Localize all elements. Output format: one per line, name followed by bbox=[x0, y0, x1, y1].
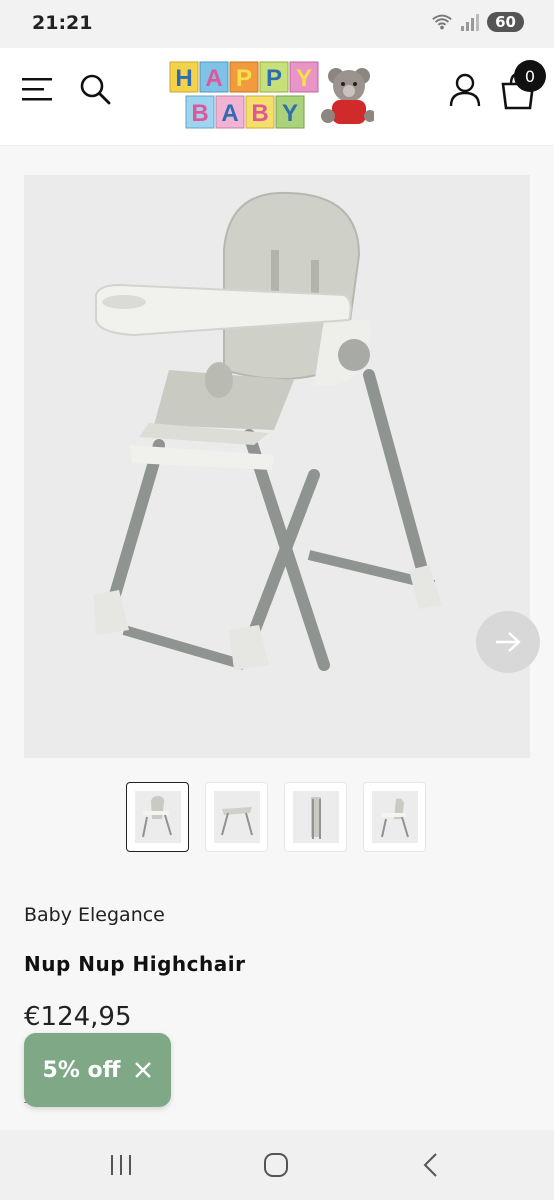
product-gallery[interactable] bbox=[24, 175, 540, 758]
product-brand[interactable]: Baby Elegance bbox=[24, 904, 165, 926]
signal-icon bbox=[461, 14, 480, 31]
svg-text:A: A bbox=[221, 100, 238, 127]
thumbnail-2[interactable] bbox=[205, 782, 268, 852]
product-price: €124,95 bbox=[24, 1002, 132, 1032]
svg-text:P: P bbox=[266, 65, 282, 92]
thumbnail-1[interactable] bbox=[126, 782, 189, 852]
close-icon[interactable] bbox=[134, 1061, 152, 1079]
svg-text:H: H bbox=[175, 65, 192, 92]
next-image-button[interactable] bbox=[476, 611, 540, 673]
search-icon[interactable] bbox=[78, 72, 112, 106]
wifi-icon bbox=[432, 14, 452, 30]
thumbnail-image bbox=[292, 791, 339, 843]
thumbnail-strip bbox=[126, 782, 426, 852]
thumbnail-image bbox=[134, 791, 181, 843]
site-header: HA PP Y BA BY 0 bbox=[0, 48, 554, 146]
system-navigation-bar bbox=[0, 1130, 554, 1200]
svg-text:A: A bbox=[205, 65, 222, 92]
menu-icon[interactable] bbox=[22, 76, 54, 102]
arrow-right-icon bbox=[496, 632, 521, 652]
svg-text:P: P bbox=[236, 65, 252, 92]
status-bar: 21:21 60 bbox=[0, 0, 554, 48]
thumbnail-image bbox=[213, 791, 260, 843]
recent-apps-icon[interactable] bbox=[106, 1150, 136, 1180]
back-icon[interactable] bbox=[416, 1150, 446, 1180]
svg-text:Y: Y bbox=[296, 65, 312, 92]
svg-text:Y: Y bbox=[282, 100, 298, 127]
account-icon[interactable] bbox=[448, 72, 482, 108]
thumbnail-3[interactable] bbox=[284, 782, 347, 852]
thumbnail-image bbox=[371, 791, 418, 843]
happy-baby-logo[interactable]: HA PP Y BA BY bbox=[168, 56, 374, 136]
highchair-product-image bbox=[94, 191, 442, 671]
cart-count-badge[interactable]: 0 bbox=[514, 60, 546, 92]
home-icon[interactable] bbox=[261, 1150, 291, 1180]
status-icons: 60 bbox=[431, 12, 524, 32]
status-time: 21:21 bbox=[32, 12, 93, 34]
discount-popup[interactable]: 5% off bbox=[24, 1033, 171, 1107]
svg-text:B: B bbox=[251, 100, 268, 127]
battery-indicator: 60 bbox=[487, 12, 524, 32]
product-title: Nup Nup Highchair bbox=[24, 952, 246, 976]
svg-text:B: B bbox=[191, 100, 208, 127]
discount-label[interactable]: 5% off bbox=[43, 1058, 121, 1083]
thumbnail-4[interactable] bbox=[363, 782, 426, 852]
